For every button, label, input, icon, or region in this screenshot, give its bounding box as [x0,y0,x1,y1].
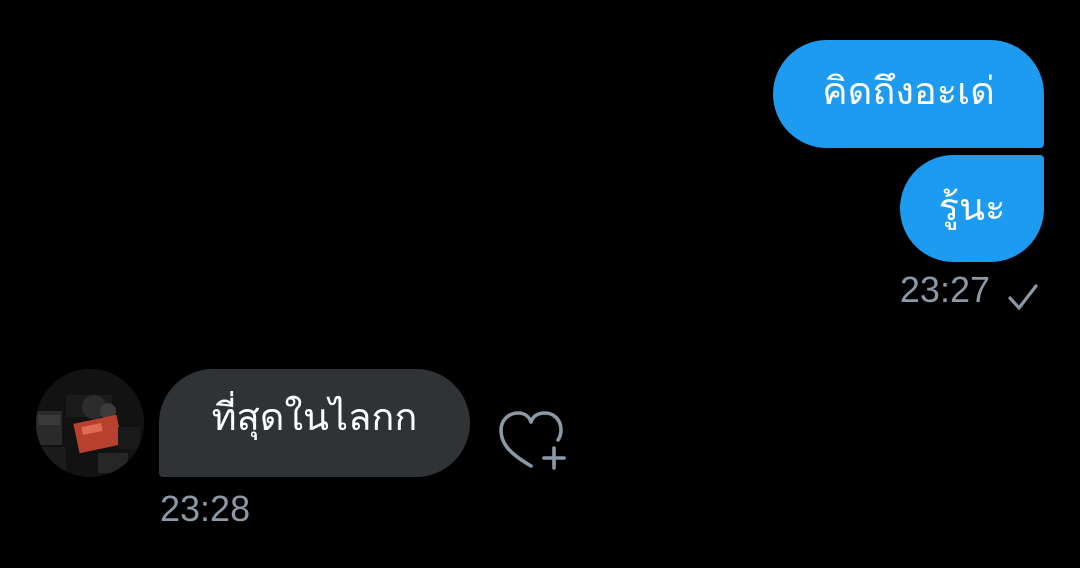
avatar-image [36,369,144,477]
received-timestamp: 23:28 [160,488,251,529]
checkmark-icon [1008,284,1038,310]
sent-message-bubble[interactable]: รู้นะ [900,155,1044,262]
sent-message-bubble[interactable]: คิดถึงอะเด่ [773,40,1044,148]
avatar[interactable] [36,369,144,477]
message-text: ที่สุดในไลกก [211,395,418,439]
received-message-bubble[interactable]: ที่สุดในไลกก [159,369,470,477]
message-text: คิดถึงอะเด่ [822,69,995,113]
sent-timestamp: 23:27 [899,269,990,310]
message-text: รู้นะ [938,184,1006,229]
heart-plus-icon[interactable] [497,408,571,474]
